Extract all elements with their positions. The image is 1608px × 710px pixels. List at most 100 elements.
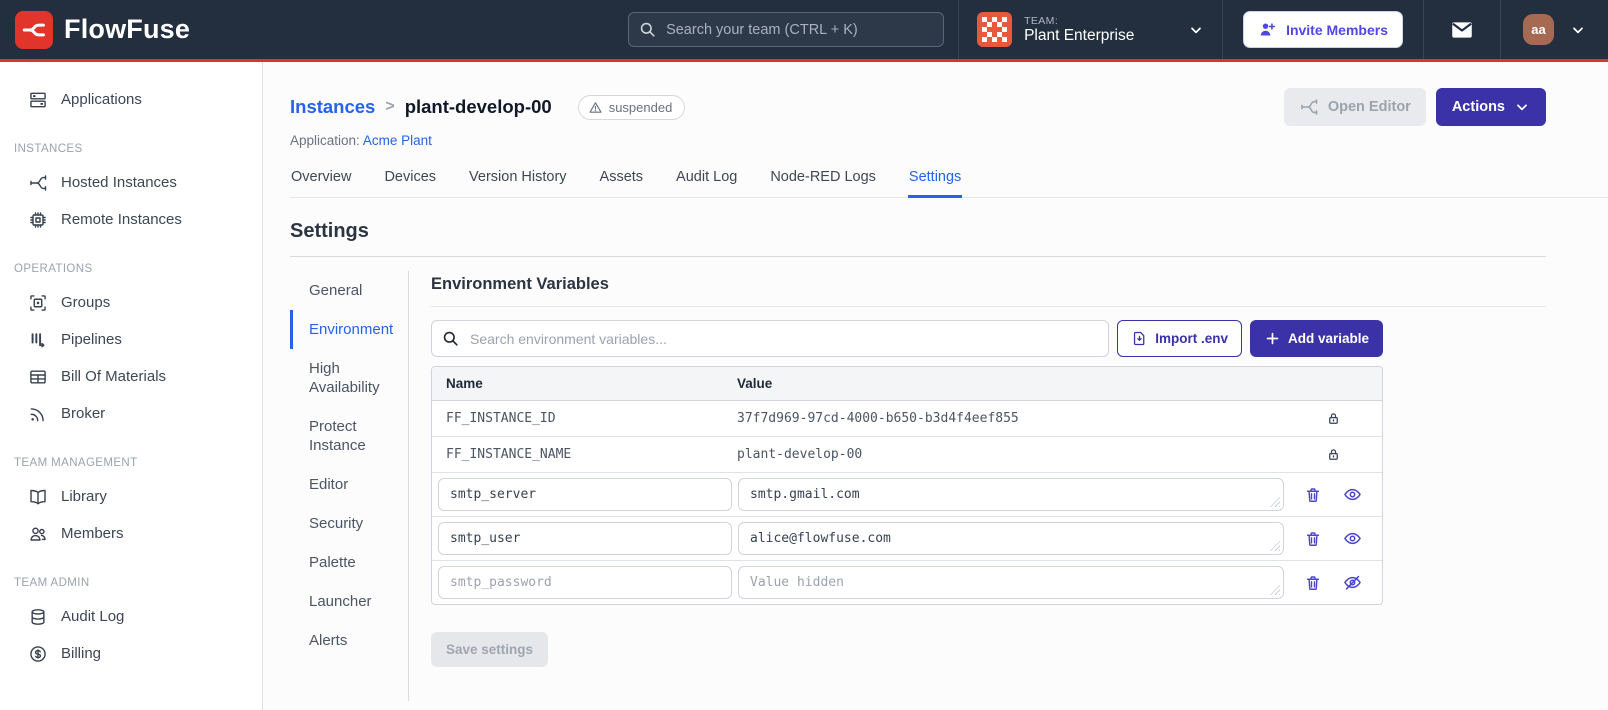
env-var-name-input[interactable] [438,478,732,511]
env-table-header: Name Value [432,367,1382,401]
invite-members-label: Invite Members [1286,21,1388,38]
env-var-value-input[interactable]: alice@flowfuse.com [738,522,1284,555]
sidebar-item-bill-of-materials[interactable]: Bill Of Materials [0,358,262,395]
actions-label: Actions [1451,99,1505,115]
resize-handle[interactable] [1270,541,1280,551]
show-value-button[interactable] [1343,485,1362,504]
env-var-name-input[interactable] [438,566,732,599]
env-var-value-input[interactable]: Value hidden [738,566,1284,599]
sidebar-section-instances: INSTANCES [14,143,83,155]
actions-button[interactable]: Actions [1435,88,1546,126]
brand-name: FlowFuse [64,14,191,44]
delete-variable-button[interactable] [1304,486,1322,504]
env-row-smtp-server: smtp.gmail.com [432,473,1382,517]
users-icon [28,524,48,544]
sidebar-item-label: Groups [61,294,111,311]
env-var-name-input[interactable] [438,522,732,555]
warning-icon [588,100,603,115]
invite-members-button[interactable]: Invite Members [1243,11,1403,48]
search-icon [441,329,460,348]
editor-fork-icon [1299,97,1319,117]
env-var-name: FF_INSTANCE_ID [446,411,556,426]
tab-overview[interactable]: Overview [290,163,352,198]
tab-assets[interactable]: Assets [599,163,645,198]
sidebar-item-audit-log[interactable]: Audit Log [0,598,262,635]
table-icon [28,367,48,387]
column-header-value: Value [737,376,773,391]
save-settings-button[interactable]: Save settings [431,632,549,667]
chip-icon [28,210,48,230]
lock-icon [1326,411,1341,426]
team-label: TEAM: [1024,14,1059,27]
import-env-button[interactable]: Import .env [1117,320,1242,357]
sidebar: Applications INSTANCES Hosted Instances Rem… [0,62,263,710]
instance-name: plant-develop-00 [404,96,552,117]
sidebar-section-team-management: TEAM MANAGEMENT [14,457,138,469]
sidebar-item-groups[interactable]: Groups [0,284,262,321]
tab-devices[interactable]: Devices [383,163,437,198]
flowfuse-logo[interactable]: FlowFuse [0,10,204,49]
add-variable-button[interactable]: Add variable [1249,320,1383,357]
sidebar-item-broker[interactable]: Broker [0,395,262,432]
settings-nav-palette[interactable]: Palette [290,543,408,582]
settings-nav-protect-instance[interactable]: Protect Instance [290,407,408,465]
settings-nav-launcher[interactable]: Launcher [290,582,408,621]
tab-audit-log[interactable]: Audit Log [675,163,738,198]
tab-settings[interactable]: Settings [907,163,963,198]
pipelines-icon [28,330,48,350]
user-menu[interactable]: aa [1500,0,1608,59]
settings-nav-environment[interactable]: Environment [290,310,408,349]
status-badge: suspended [577,94,686,120]
open-editor-button[interactable]: Open Editor [1283,88,1426,126]
tab-version-history[interactable]: Version History [468,163,568,198]
sidebar-item-library[interactable]: Library [0,478,262,515]
team-avatar [977,12,1013,47]
sidebar-item-label: Audit Log [61,608,125,625]
team-search-input[interactable] [628,12,945,47]
flowfuse-logo-icon [15,10,53,49]
env-search-input[interactable] [431,320,1110,357]
groups-icon [28,293,48,313]
envelope-icon [1449,17,1475,43]
team-selector[interactable]: TEAM: Plant Enterprise [958,0,1222,59]
sidebar-item-billing[interactable]: Billing [0,635,262,672]
sidebar-item-remote-instances[interactable]: Remote Instances [0,201,262,238]
sidebar-item-label: Broker [61,405,106,422]
settings-nav-security[interactable]: Security [290,504,408,543]
settings-nav-general[interactable]: General [290,271,408,310]
notifications-button[interactable] [1423,0,1500,59]
sidebar-item-pipelines[interactable]: Pipelines [0,321,262,358]
application-link[interactable]: Acme Plant [363,133,432,148]
avatar: aa [1523,14,1554,45]
book-icon [28,487,48,507]
show-value-button[interactable] [1343,529,1362,548]
team-search [628,12,945,47]
settings-nav-editor[interactable]: Editor [290,465,408,504]
delete-variable-button[interactable] [1304,574,1322,592]
breadcrumb-separator: > [385,98,395,115]
app-window: FlowFuse TEAM: Plant Enterprise Invite M… [0,0,1608,710]
sidebar-item-applications[interactable]: Applications [0,81,262,118]
env-panel-title: Environment Variables [431,275,609,293]
sidebar-item-members[interactable]: Members [0,515,262,552]
hide-value-button[interactable] [1343,573,1362,592]
env-search [431,320,1110,357]
breadcrumb-instances-link[interactable]: Instances [290,96,375,118]
env-variables-table: Name Value FF_INSTANCE_ID 37f7d969-97cd-… [431,366,1383,605]
tab-node-red-logs[interactable]: Node-RED Logs [769,163,877,198]
sidebar-item-hosted-instances[interactable]: Hosted Instances [0,164,262,201]
main-content: Instances > plant-develop-00 suspended O… [263,62,1608,710]
fork-icon [28,173,48,193]
delete-variable-button[interactable] [1304,530,1322,548]
settings-nav-alerts[interactable]: Alerts [290,621,408,660]
sidebar-item-label: Remote Instances [61,211,182,228]
column-header-name: Name [446,376,483,391]
settings-subnav: General Environment High Availability Prote… [290,271,409,701]
env-var-value-input[interactable]: smtp.gmail.com [738,478,1284,511]
resize-handle[interactable] [1270,497,1280,507]
sidebar-item-label: Bill Of Materials [61,368,167,385]
settings-nav-high-availability[interactable]: High Availability [290,349,408,407]
chevron-down-icon [1570,22,1586,38]
dollar-icon [28,644,48,664]
resize-handle[interactable] [1270,585,1280,595]
